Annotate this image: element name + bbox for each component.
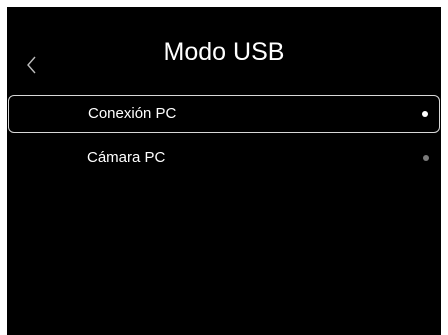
usb-mode-screen: Modo USB Conexión PC Cámara PC [7, 7, 441, 335]
header: Modo USB [7, 7, 441, 93]
option-camara-pc[interactable]: Cámara PC [7, 139, 441, 177]
unselected-dot-icon [423, 155, 429, 161]
usb-mode-options: Conexión PC Cámara PC [7, 95, 441, 183]
option-label: Conexión PC [88, 105, 177, 122]
page-title: Modo USB [163, 38, 285, 66]
option-conexion-pc[interactable]: Conexión PC [8, 95, 440, 133]
selected-dot-icon [422, 111, 428, 117]
option-label: Cámara PC [87, 149, 166, 166]
